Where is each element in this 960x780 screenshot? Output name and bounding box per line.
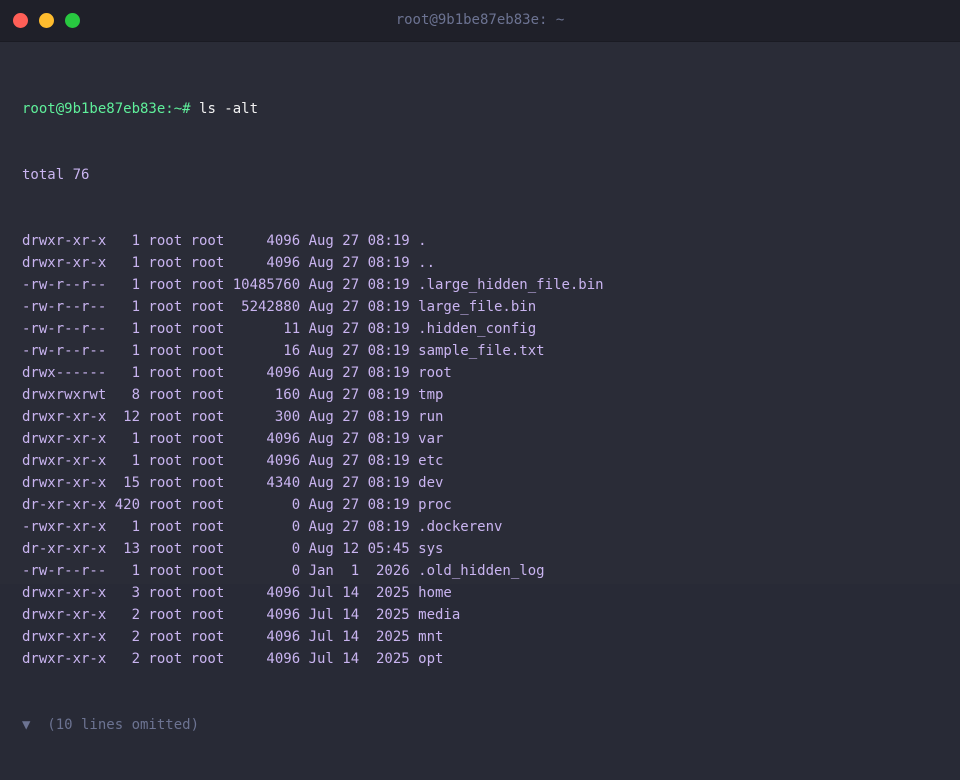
listing-row: -rw-r--r-- 1 root root 16 Aug 27 08:19 s… [22, 343, 545, 359]
listing-row: drwx------ 1 root root 4096 Aug 27 08:19… [22, 365, 452, 381]
listing-row: drwxr-xr-x 1 root root 4096 Aug 27 08:19… [22, 453, 444, 469]
listing-row: -rwxr-xr-x 1 root root 0 Aug 27 08:19 .d… [22, 519, 503, 535]
title-bar: root@9b1be87eb83e: ~ [0, 0, 960, 42]
listing: drwxr-xr-x 1 root root 4096 Aug 27 08:19… [22, 230, 950, 670]
terminal-output[interactable]: root@9b1be87eb83e:~# ls -alt total 76 dr… [22, 54, 950, 780]
command-line: root@9b1be87eb83e:~# ls -alt [22, 98, 950, 120]
listing-row: drwxr-xr-x 12 root root 300 Aug 27 08:19… [22, 409, 444, 425]
listing-row: drwxr-xr-x 2 root root 4096 Jul 14 2025 … [22, 607, 461, 623]
shell-prompt: root@9b1be87eb83e:~# [22, 101, 191, 117]
listing-row: -rw-r--r-- 1 root root 5242880 Aug 27 08… [22, 299, 537, 315]
listing-row: drwxr-xr-x 2 root root 4096 Jul 14 2025 … [22, 651, 444, 667]
listing-row: drwxr-xr-x 1 root root 4096 Aug 27 08:19… [22, 255, 436, 271]
listing-row: drwxr-xr-x 2 root root 4096 Jul 14 2025 … [22, 629, 444, 645]
window-title: root@9b1be87eb83e: ~ [395, 12, 565, 28]
listing-row: drwxr-xr-x 1 root root 4096 Aug 27 08:19… [22, 431, 444, 447]
listing-row: drwxr-xr-x 3 root root 4096 Jul 14 2025 … [22, 585, 452, 601]
listing-row: dr-xr-xr-x 13 root root 0 Aug 12 05:45 s… [22, 541, 444, 557]
terminal-window: root@9b1be87eb83e: ~ root@9b1be87eb83e:~… [0, 0, 960, 733]
listing-row: drwxr-xr-x 1 root root 4096 Aug 27 08:19… [22, 233, 427, 249]
listing-row: drwxr-xr-x 15 root root 4340 Aug 27 08:1… [22, 475, 444, 491]
listing-row: -rw-r--r-- 1 root root 11 Aug 27 08:19 .… [22, 321, 537, 337]
listing-row: -rw-r--r-- 1 root root 10485760 Aug 27 0… [22, 277, 604, 293]
omitted-lines-toggle[interactable]: ▼ (10 lines omitted) [22, 714, 950, 736]
listing-row: drwxrwxrwt 8 root root 160 Aug 27 08:19 … [22, 387, 444, 403]
command-text: ls -alt [199, 101, 259, 117]
total-line: total 76 [22, 167, 90, 183]
listing-row: -rw-r--r-- 1 root root 0 Jan 1 2026 .old… [22, 563, 545, 579]
listing-row: dr-xr-xr-x 420 root root 0 Aug 27 08:19 … [22, 497, 452, 513]
